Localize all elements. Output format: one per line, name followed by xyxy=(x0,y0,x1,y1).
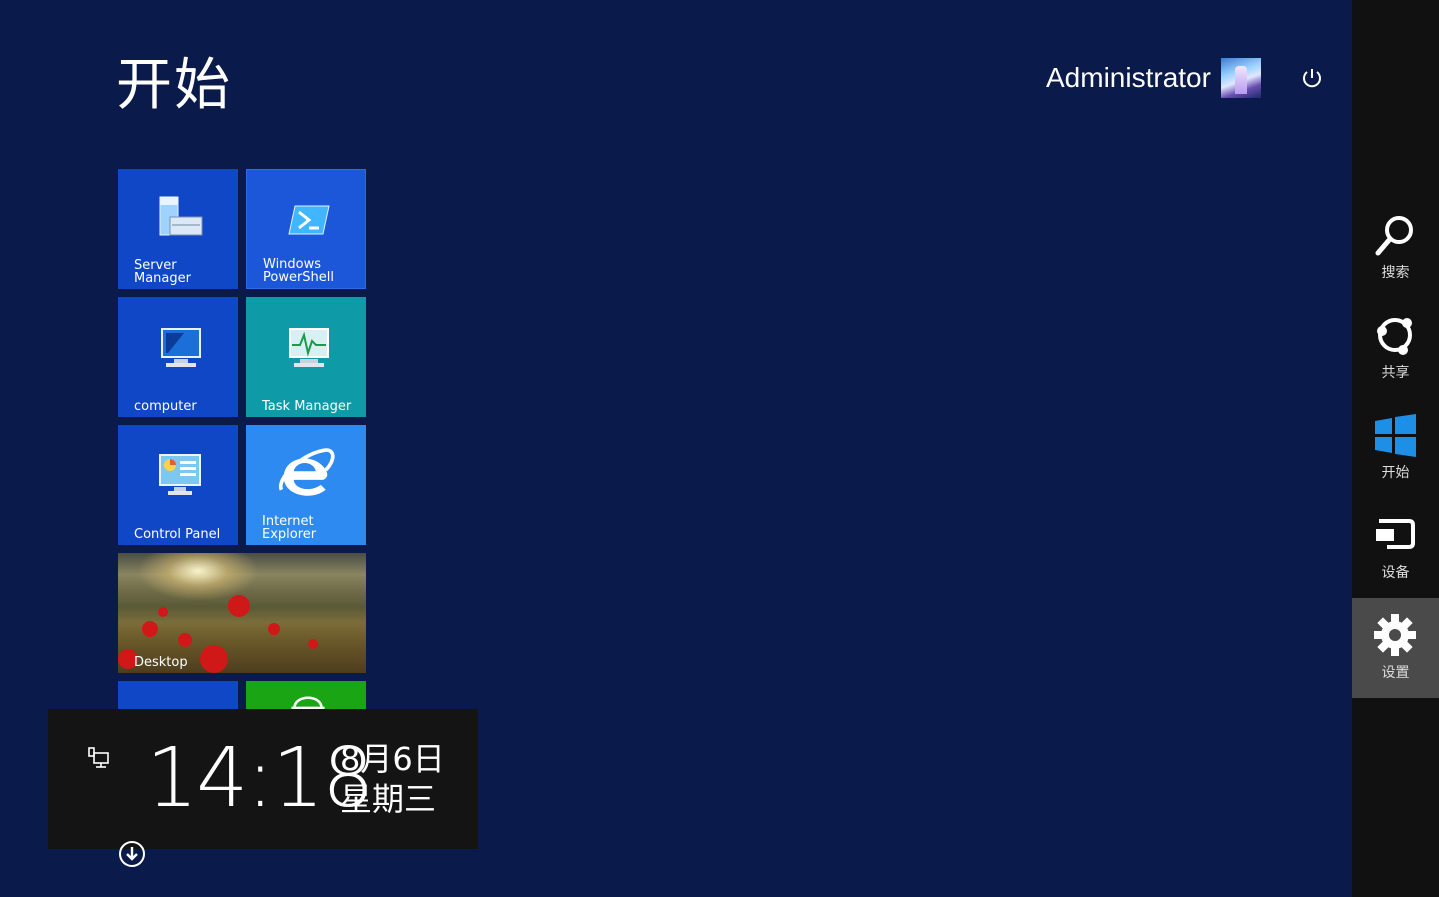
control-panel-icon xyxy=(159,454,201,495)
search-icon xyxy=(1375,216,1413,256)
lock-clock-overlay: 14:18 8月6日 星期三 xyxy=(48,709,478,849)
charm-share[interactable]: 共享 xyxy=(1352,298,1439,398)
network-icon xyxy=(88,747,109,768)
charm-devices[interactable]: 设备 xyxy=(1352,498,1439,598)
start-screen-title: 开始 xyxy=(116,53,232,118)
settings-gear-icon xyxy=(1374,614,1416,656)
tile-computer[interactable]: computer xyxy=(118,297,238,417)
charm-start[interactable]: 开始 xyxy=(1352,398,1439,498)
powershell-icon xyxy=(288,205,330,235)
charm-label: 开始 xyxy=(1381,465,1410,481)
tile-label: Windows PowerShell xyxy=(263,257,335,285)
charm-search[interactable]: 搜索 xyxy=(1352,198,1439,298)
tile-label: Internet Explorer xyxy=(262,514,317,542)
scroll-down-arrow-icon[interactable] xyxy=(118,840,146,868)
tile-server-manager[interactable]: Server Manager xyxy=(118,169,238,289)
tile-desktop[interactable]: Desktop xyxy=(118,553,366,673)
clock-weekday: 星期三 xyxy=(340,780,437,818)
devices-icon xyxy=(1376,519,1415,549)
user-avatar xyxy=(1220,58,1261,98)
charm-label: 搜索 xyxy=(1381,265,1410,281)
tile-label: Task Manager xyxy=(262,399,352,414)
tile-windows-powershell[interactable]: Windows PowerShell xyxy=(246,169,366,289)
tile-label: computer xyxy=(134,399,197,414)
internet-explorer-icon xyxy=(278,448,335,496)
computer-icon xyxy=(161,328,201,367)
charm-label: 设备 xyxy=(1381,565,1410,581)
charm-label: 共享 xyxy=(1381,365,1410,381)
windows-start-icon xyxy=(1375,414,1416,457)
charms-bar: 搜索 共享 开始 设备 设置 xyxy=(1352,0,1439,897)
tile-internet-explorer[interactable]: Internet Explorer xyxy=(246,425,366,545)
tile-label: Desktop xyxy=(134,655,188,670)
user-name: Administrator xyxy=(1046,62,1211,93)
user-account[interactable]: Administrator xyxy=(1046,56,1261,100)
tile-label: Server Manager xyxy=(134,258,191,286)
charm-settings[interactable]: 设置 xyxy=(1352,598,1439,698)
tile-control-panel[interactable]: Control Panel xyxy=(118,425,238,545)
share-icon xyxy=(1377,318,1412,355)
clock-time: 14:18 xyxy=(146,731,374,826)
tile-label: Control Panel xyxy=(134,527,221,542)
server-manager-icon xyxy=(159,196,203,236)
tile-task-manager[interactable]: Task Manager xyxy=(246,297,366,417)
clock-date-block: 8月6日 星期三 xyxy=(340,739,445,819)
charm-label: 设置 xyxy=(1381,665,1410,681)
clock-date: 8月6日 xyxy=(340,740,445,778)
task-manager-icon xyxy=(289,328,329,367)
power-icon[interactable] xyxy=(1300,66,1324,90)
